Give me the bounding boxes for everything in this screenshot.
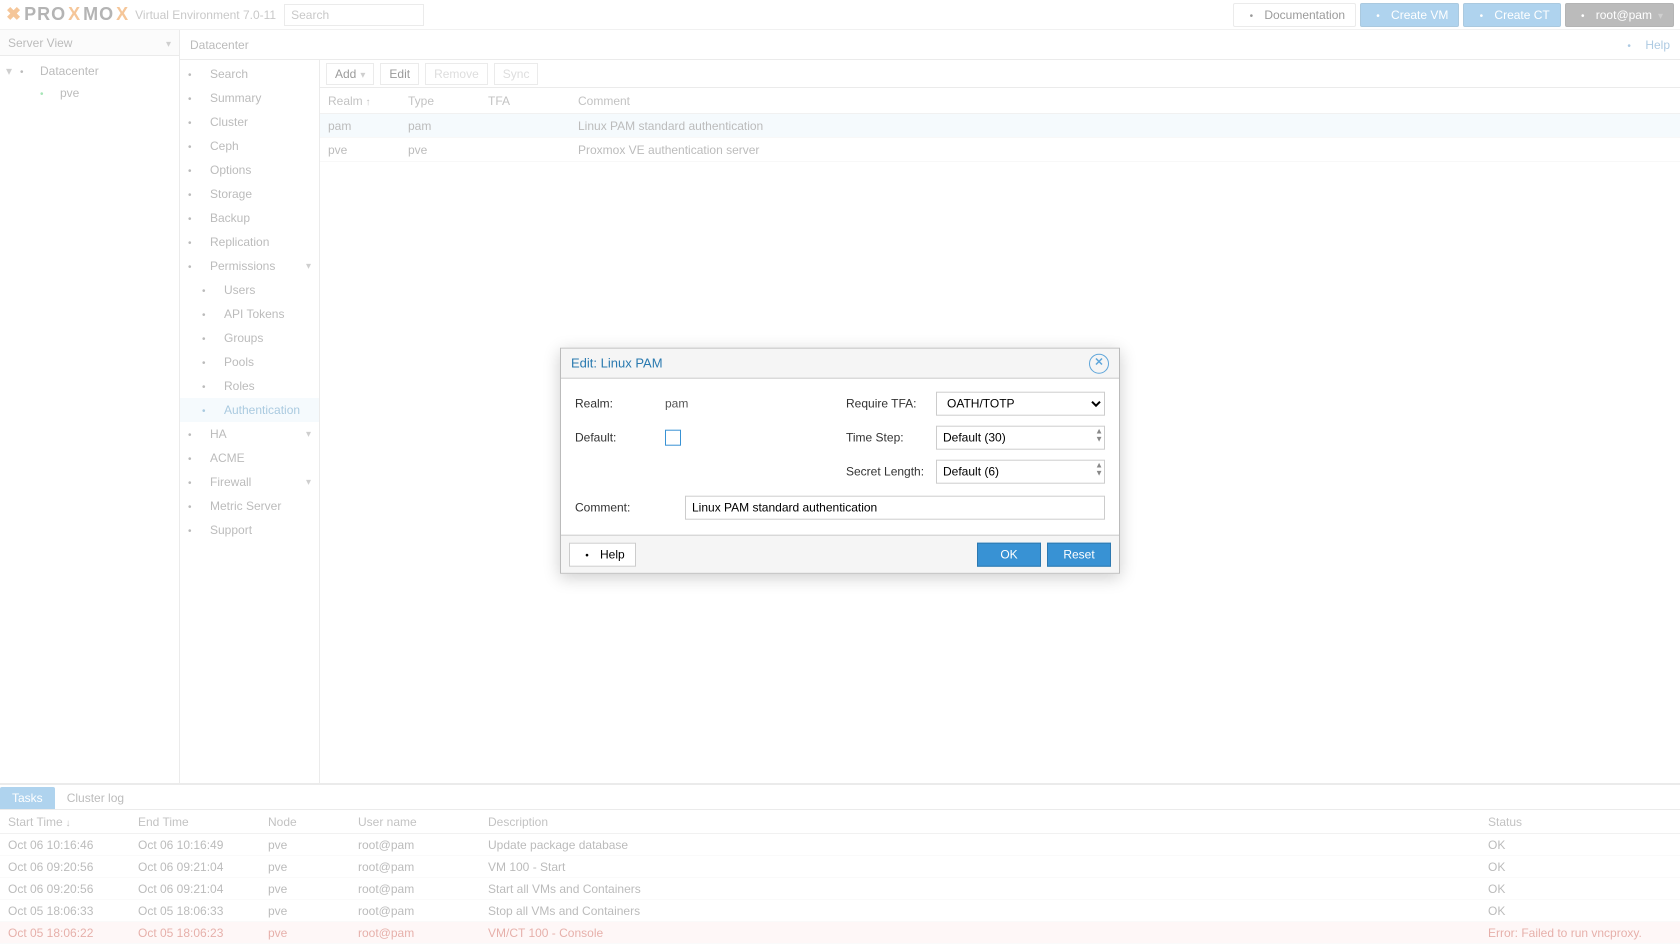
field-default: Default: [575,425,822,451]
default-checkbox[interactable] [665,430,681,446]
require-tfa-label: Require TFA: [846,397,936,411]
dialog-titlebar: Edit: Linux PAM ✕ [561,349,1119,379]
dialog-body: Realm: pam Default: Require TFA: OATH/TO… [561,379,1119,535]
dialog-close-button[interactable]: ✕ [1089,353,1109,373]
secret-length-label: Secret Length: [846,465,936,479]
help-icon [580,547,594,561]
edit-realm-dialog: Edit: Linux PAM ✕ Realm: pam Default: Re… [560,348,1120,574]
comment-input[interactable] [685,496,1105,520]
dialog-ok-button[interactable]: OK [977,542,1041,566]
comment-label: Comment: [575,501,685,515]
default-label: Default: [575,431,665,445]
require-tfa-select[interactable]: OATH/TOTP [936,392,1105,416]
field-secret-length: Secret Length: ▲▼ [846,459,1105,485]
dialog-title-text: Edit: Linux PAM [571,356,663,371]
spinner-buttons[interactable]: ▲▼ [1095,428,1103,444]
dialog-help-button[interactable]: Help [569,542,636,566]
field-require-tfa: Require TFA: OATH/TOTP [846,391,1105,417]
field-realm: Realm: pam [575,391,822,417]
field-comment: Comment: [575,495,1105,521]
dialog-footer: Help OK Reset [561,535,1119,573]
dialog-help-label: Help [600,547,625,561]
realm-value: pam [665,397,688,411]
spinner-buttons[interactable]: ▲▼ [1095,462,1103,478]
secret-length-input[interactable] [936,460,1105,484]
dialog-reset-button[interactable]: Reset [1047,542,1111,566]
realm-label: Realm: [575,397,665,411]
time-step-input[interactable] [936,426,1105,450]
field-time-step: Time Step: ▲▼ [846,425,1105,451]
time-step-label: Time Step: [846,431,936,445]
